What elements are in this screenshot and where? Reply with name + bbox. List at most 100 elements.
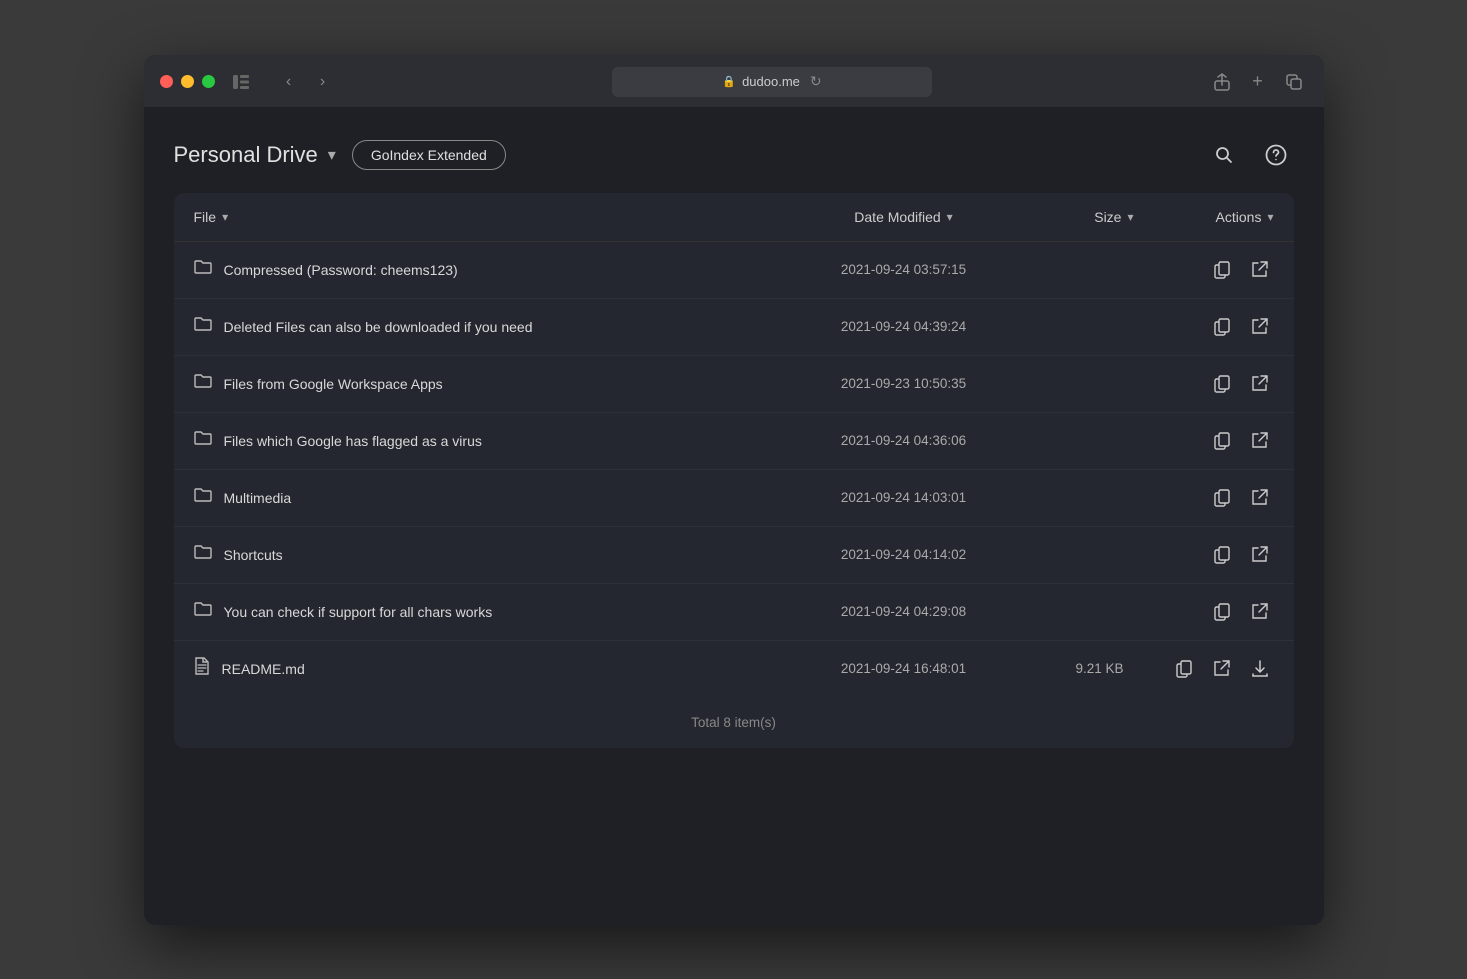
address-bar-container: 🔒 dudoo.me ↻ (349, 67, 1196, 97)
open-external-button[interactable] (1208, 655, 1236, 683)
date-cell: 2021-09-24 04:14:02 (794, 547, 1014, 562)
actions-cell (1134, 427, 1274, 455)
col-date-label: Date Modified (854, 209, 940, 225)
col-size-header[interactable]: Size ▾ (1014, 209, 1134, 225)
file-name-cell: You can check if support for all chars w… (194, 601, 794, 622)
reload-icon[interactable]: ↻ (810, 73, 822, 90)
date-cell: 2021-09-24 14:03:01 (794, 490, 1014, 505)
open-external-button[interactable] (1246, 484, 1274, 512)
open-external-button[interactable] (1246, 370, 1274, 398)
copy-link-button[interactable] (1208, 541, 1236, 569)
date-cell: 2021-09-24 04:29:08 (794, 604, 1014, 619)
maximize-button[interactable] (202, 75, 215, 88)
browser-actions: + (1208, 68, 1308, 96)
copy-link-button[interactable] (1208, 598, 1236, 626)
file-sort-icon: ▾ (222, 210, 228, 224)
goindex-button[interactable]: GoIndex Extended (352, 140, 506, 170)
folder-icon (194, 544, 212, 565)
table-row: README.md 2021-09-24 16:48:01 9.21 KB (174, 641, 1294, 697)
search-button[interactable] (1206, 137, 1242, 173)
file-name-cell: Compressed (Password: cheems123) (194, 259, 794, 280)
minimize-button[interactable] (181, 75, 194, 88)
copy-link-button[interactable] (1208, 427, 1236, 455)
open-external-button[interactable] (1246, 256, 1274, 284)
actions-cell (1134, 598, 1274, 626)
folder-icon (194, 487, 212, 508)
col-file-header[interactable]: File ▾ (194, 209, 794, 225)
chevron-down-icon: ▾ (328, 145, 336, 165)
titlebar: ‹ › 🔒 dudoo.me ↻ + (160, 67, 1308, 107)
address-bar[interactable]: 🔒 dudoo.me ↻ (612, 67, 932, 97)
lock-icon: 🔒 (722, 75, 736, 88)
col-actions-label: Actions (1216, 209, 1262, 225)
open-external-button[interactable] (1246, 313, 1274, 341)
file-label[interactable]: README.md (222, 661, 305, 677)
file-label[interactable]: You can check if support for all chars w… (224, 604, 493, 620)
actions-cell (1134, 655, 1274, 683)
actions-sort-icon: ▾ (1267, 210, 1273, 224)
table-row: Shortcuts 2021-09-24 04:14:02 (174, 527, 1294, 584)
actions-cell (1134, 541, 1274, 569)
table-row: You can check if support for all chars w… (174, 584, 1294, 641)
copy-link-button[interactable] (1208, 484, 1236, 512)
file-name-cell: Deleted Files can also be downloaded if … (194, 316, 794, 337)
open-external-button[interactable] (1246, 541, 1274, 569)
folder-icon (194, 430, 212, 451)
copy-link-button[interactable] (1208, 370, 1236, 398)
table-footer: Total 8 item(s) (174, 697, 1294, 748)
date-sort-icon: ▾ (947, 210, 953, 224)
windows-icon[interactable] (1280, 68, 1308, 96)
folder-icon (194, 259, 212, 280)
file-label[interactable]: Compressed (Password: cheems123) (224, 262, 458, 278)
traffic-lights (160, 75, 215, 88)
close-button[interactable] (160, 75, 173, 88)
table-rows: Compressed (Password: cheems123) 2021-09… (174, 242, 1294, 697)
col-actions-header: Actions ▾ (1134, 209, 1274, 225)
share-icon[interactable] (1208, 68, 1236, 96)
copy-link-button[interactable] (1208, 256, 1236, 284)
table-header: File ▾ Date Modified ▾ Size ▾ Actions ▾ (174, 193, 1294, 242)
download-button[interactable] (1246, 655, 1274, 683)
table-row: Multimedia 2021-09-24 14:03:01 (174, 470, 1294, 527)
table-row: Deleted Files can also be downloaded if … (174, 299, 1294, 356)
file-label[interactable]: Files from Google Workspace Apps (224, 376, 443, 392)
file-table: File ▾ Date Modified ▾ Size ▾ Actions ▾ (174, 193, 1294, 748)
new-tab-icon[interactable]: + (1244, 68, 1272, 96)
open-external-button[interactable] (1246, 427, 1274, 455)
nav-buttons: ‹ › (275, 68, 337, 96)
actions-cell (1134, 484, 1274, 512)
file-label[interactable]: Deleted Files can also be downloaded if … (224, 319, 533, 335)
forward-button[interactable]: › (309, 68, 337, 96)
col-size-label: Size (1094, 209, 1121, 225)
folder-icon (194, 601, 212, 622)
file-name-cell: README.md (194, 657, 794, 680)
help-button[interactable] (1258, 137, 1294, 173)
footer-total: Total 8 item(s) (691, 715, 776, 730)
header-left: Personal Drive ▾ GoIndex Extended (174, 140, 506, 170)
header-right (1206, 137, 1294, 173)
sidebar-toggle-icon[interactable] (227, 68, 255, 96)
actions-cell (1134, 256, 1274, 284)
back-button[interactable]: ‹ (275, 68, 303, 96)
date-cell: 2021-09-24 16:48:01 (794, 661, 1014, 676)
file-label[interactable]: Files which Google has flagged as a viru… (224, 433, 482, 449)
col-date-header[interactable]: Date Modified ▾ (794, 209, 1014, 225)
file-icon (194, 657, 210, 680)
table-row: Files from Google Workspace Apps 2021-09… (174, 356, 1294, 413)
table-row: Files which Google has flagged as a viru… (174, 413, 1294, 470)
date-cell: 2021-09-24 03:57:15 (794, 262, 1014, 277)
date-cell: 2021-09-24 04:39:24 (794, 319, 1014, 334)
file-name-cell: Shortcuts (194, 544, 794, 565)
file-label[interactable]: Multimedia (224, 490, 292, 506)
file-label[interactable]: Shortcuts (224, 547, 283, 563)
copy-link-button[interactable] (1170, 655, 1198, 683)
folder-icon (194, 373, 212, 394)
drive-selector[interactable]: Personal Drive ▾ (174, 142, 336, 168)
actions-cell (1134, 313, 1274, 341)
file-name-cell: Files from Google Workspace Apps (194, 373, 794, 394)
open-external-button[interactable] (1246, 598, 1274, 626)
app-header: Personal Drive ▾ GoIndex Extended (174, 127, 1294, 193)
date-cell: 2021-09-24 04:36:06 (794, 433, 1014, 448)
copy-link-button[interactable] (1208, 313, 1236, 341)
table-row: Compressed (Password: cheems123) 2021-09… (174, 242, 1294, 299)
